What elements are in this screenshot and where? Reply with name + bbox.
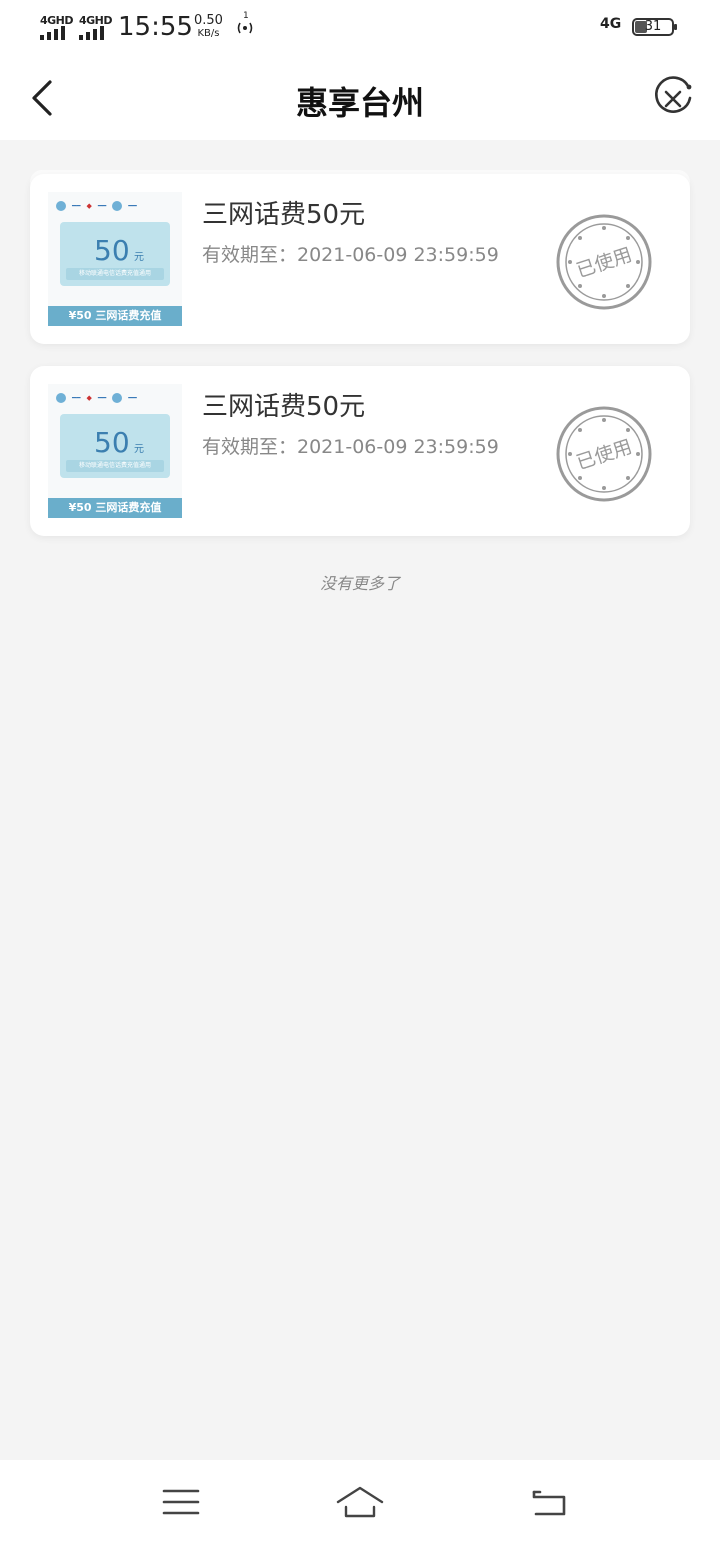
battery-icon: 31	[632, 18, 677, 36]
app-header: 惠享台州	[0, 58, 720, 140]
stamp-text: 已使用	[574, 244, 635, 283]
voucher-card[interactable]: ━━ ◆ ━━ ━━ 50 元 移动联通电信话费充值通用 ¥50 三网话费充值 三网话…	[30, 366, 690, 536]
used-stamp-icon: 已使用	[556, 214, 652, 310]
signal-strength-icon: 4GHD	[40, 14, 74, 40]
network-speed-unit: KB/s	[197, 28, 220, 39]
hotspot-icon: 1	[233, 11, 257, 39]
status-time: 15:55	[118, 12, 193, 42]
voucher-card[interactable]: ━━ ◆ ━━ ━━ 50 元 移动联通电信话费充值通用 ¥50 三网话费充值 三网话…	[30, 174, 690, 344]
thumbnail-amount: 50	[94, 234, 130, 267]
page-title: 惠享台州	[295, 84, 424, 122]
network-type: 4G	[600, 16, 622, 32]
thumbnail-face: 50 元 移动联通电信话费充值通用	[60, 414, 170, 478]
carrier-logos: ━━ ◆ ━━ ━━	[56, 390, 174, 406]
stamp-text: 已使用	[574, 436, 635, 475]
thumbnail-yuan: 元	[134, 444, 144, 455]
carrier-logos: ━━ ◆ ━━ ━━	[56, 198, 174, 214]
signal-strength-icon: 4GHD	[79, 14, 113, 40]
menu-button[interactable]	[156, 1480, 206, 1524]
status-bar: 4GHD 4GHD 15:55 0.50 KB/s 1 4G 31	[0, 0, 720, 58]
thumbnail-band: ¥50 三网话费充值	[48, 498, 182, 518]
system-nav-bar	[0, 1460, 720, 1544]
close-button[interactable]	[648, 74, 698, 124]
voucher-thumbnail: ━━ ◆ ━━ ━━ 50 元 移动联通电信话费充值通用 ¥50 三网话费充值	[48, 384, 182, 518]
voucher-expiry: 有效期至：2021-06-09 23:59:59	[202, 436, 499, 458]
thumbnail-subtitle: 移动联通电信话费充值通用	[66, 460, 164, 472]
network-speed-value: 0.50	[194, 13, 223, 28]
voucher-expiry: 有效期至：2021-06-09 23:59:59	[202, 244, 499, 266]
battery-level: 31	[644, 19, 662, 34]
thumbnail-amount: 50	[94, 426, 130, 459]
list-end-text: 没有更多了	[319, 574, 400, 593]
menu-icon	[162, 1489, 200, 1515]
thumbnail-face: 50 元 移动联通电信话费充值通用	[60, 222, 170, 286]
home-button[interactable]	[335, 1480, 385, 1524]
voucher-title: 三网话费50元	[202, 200, 366, 230]
voucher-title: 三网话费50元	[202, 392, 366, 422]
return-button[interactable]	[524, 1480, 574, 1524]
used-stamp-icon: 已使用	[556, 406, 652, 502]
close-circle-icon	[655, 76, 692, 113]
return-icon	[532, 1490, 566, 1516]
hotspot-count: 1	[243, 11, 249, 21]
voucher-thumbnail: ━━ ◆ ━━ ━━ 50 元 移动联通电信话费充值通用 ¥50 三网话费充值	[48, 192, 182, 326]
thumbnail-band: ¥50 三网话费充值	[48, 306, 182, 326]
thumbnail-yuan: 元	[134, 252, 144, 263]
home-icon	[336, 1486, 384, 1518]
thumbnail-subtitle: 移动联通电信话费充值通用	[66, 268, 164, 280]
network-speed: 0.50 KB/s	[194, 14, 223, 40]
